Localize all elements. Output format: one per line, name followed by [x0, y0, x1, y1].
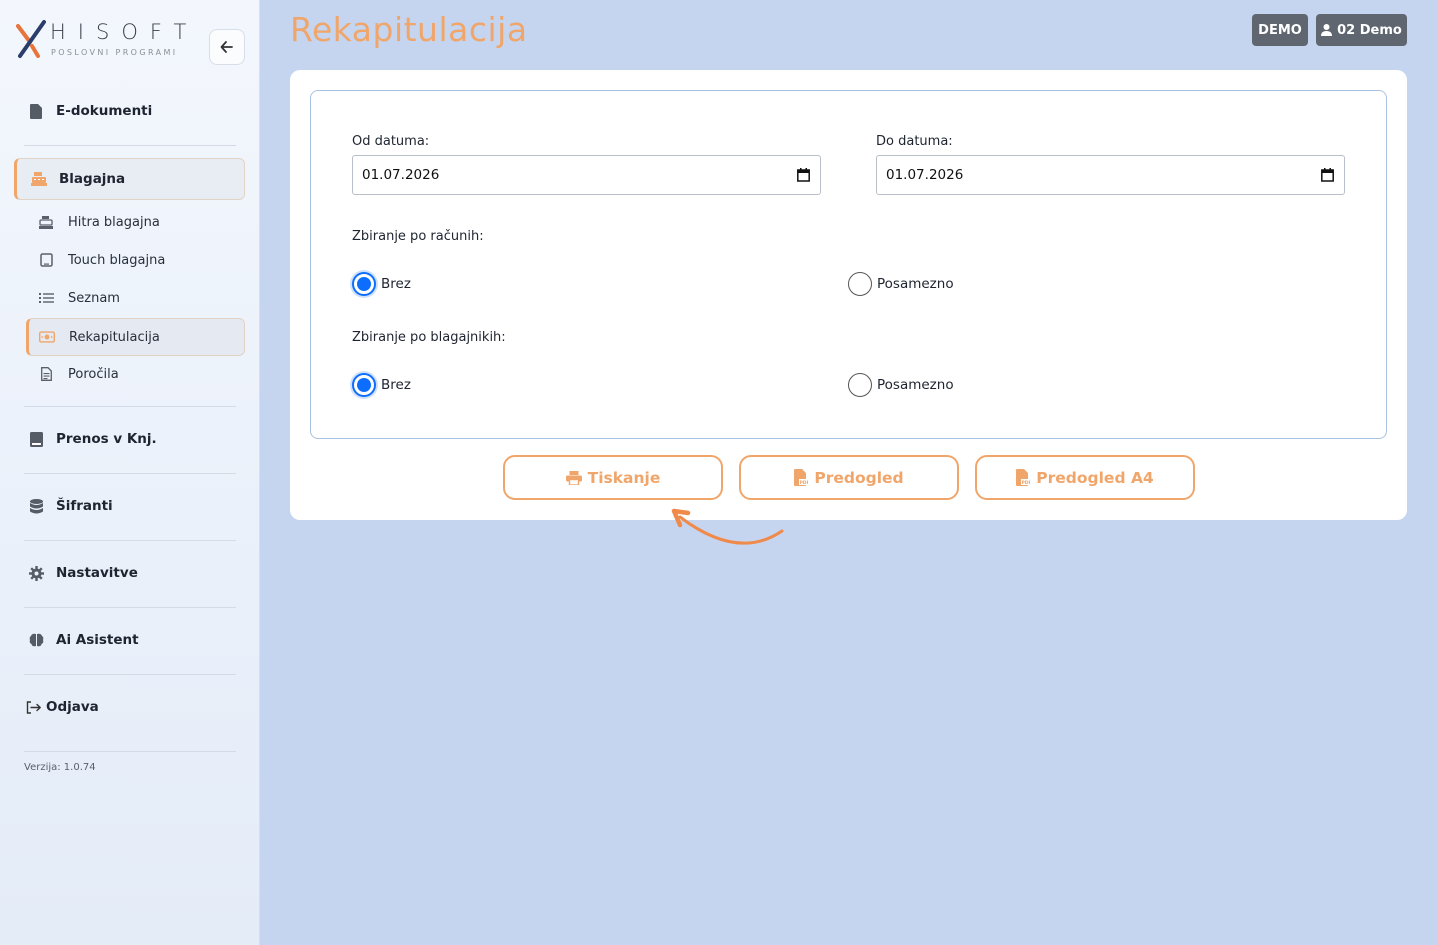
page-title: Rekapitulacija — [290, 10, 528, 49]
preview-a4-label: Predogled A4 — [1036, 468, 1154, 487]
radio-dot — [848, 373, 872, 397]
sidebar-subitem-porocila[interactable]: Poročila — [26, 355, 245, 393]
sidebar-item-label: Nastavitve — [56, 565, 138, 581]
sidebar-subitem-rekapitulacija[interactable]: Rekapitulacija — [26, 318, 245, 356]
gear-icon — [28, 565, 44, 581]
calendar-icon[interactable] — [797, 168, 810, 182]
sidebar-subitem-touch-blagajna[interactable]: Touch blagajna — [26, 241, 245, 279]
to-date-input[interactable]: 01.07.2026 — [876, 155, 1345, 195]
list-icon — [38, 290, 54, 306]
sidebar-item-label: Odjava — [46, 699, 99, 715]
from-date-input[interactable]: 01.07.2026 — [352, 155, 821, 195]
arrow-left-icon — [220, 41, 233, 53]
sidebar-subitem-hitra-blagajna[interactable]: Hitra blagajna — [26, 203, 245, 241]
sidebar-item-sifranti[interactable]: Šifranti — [14, 485, 245, 527]
sidebar-item-label: Prenos v Knj. — [56, 431, 157, 447]
report-icon — [38, 366, 54, 382]
sidebar-item-ai-asistent[interactable]: Ai Asistent — [14, 619, 245, 661]
demo-badge: DEMO — [1252, 14, 1308, 46]
radio-dot — [848, 272, 872, 296]
version-label: Verzija: 1.0.74 — [24, 762, 96, 773]
sidebar-item-label: Šifranti — [56, 498, 113, 514]
recap-card: Od datuma: 01.07.2026 Do datuma: 01.07.2… — [290, 70, 1407, 520]
calendar-icon[interactable] — [1321, 168, 1334, 182]
divider — [24, 406, 236, 407]
brain-icon — [28, 632, 44, 648]
register-icon — [38, 214, 54, 230]
database-icon — [28, 498, 44, 514]
preview-button[interactable]: PDF Predogled — [739, 455, 959, 500]
radio-invoices-none[interactable]: Brez — [352, 272, 411, 296]
sidebar-item-e-dokumenti[interactable]: E-dokumenti — [14, 90, 245, 132]
pdf-icon: PDF — [1016, 469, 1031, 486]
sidebar-item-prenos[interactable]: Prenos v Knj. — [14, 418, 245, 460]
radio-invoices-single[interactable]: Posamezno — [848, 272, 954, 296]
preview-a4-button[interactable]: PDF Predogled A4 — [975, 455, 1195, 500]
from-date-value: 01.07.2026 — [362, 167, 440, 183]
radio-label: Posamezno — [877, 276, 954, 292]
pdf-icon: PDF — [794, 469, 809, 486]
divider — [24, 145, 236, 146]
sidebar-subitem-label: Poročila — [68, 366, 119, 382]
divider — [24, 674, 236, 675]
sidebar-item-label: Blagajna — [59, 171, 126, 187]
sidebar-item-odjava[interactable]: Odjava — [14, 686, 245, 728]
brand-name: HISOFT — [50, 20, 199, 44]
cash-register-icon — [31, 171, 47, 187]
radio-dot — [352, 272, 376, 296]
sidebar-subitem-label: Rekapitulacija — [69, 329, 160, 345]
radio-cashiers-none[interactable]: Brez — [352, 373, 411, 397]
print-label: Tiskanje — [587, 468, 661, 487]
sidebar-subitem-label: Hitra blagajna — [68, 214, 160, 230]
sidebar: HISOFT POSLOVNI PROGRAMI E-dokumenti Bla… — [0, 0, 260, 945]
radio-label: Brez — [381, 276, 411, 292]
brand-tagline: POSLOVNI PROGRAMI — [51, 48, 178, 57]
sidebar-item-label: E-dokumenti — [56, 103, 153, 119]
file-icon — [28, 103, 44, 119]
radio-label: Posamezno — [877, 377, 954, 393]
user-icon — [1321, 24, 1333, 36]
sidebar-subitem-seznam[interactable]: Seznam — [26, 279, 245, 317]
book-icon — [28, 431, 44, 447]
group-cashiers-label: Zbiranje po blagajnikih: — [352, 330, 506, 345]
svg-text:PDF: PDF — [800, 480, 809, 486]
logout-icon — [26, 699, 42, 715]
logo: HISOFT POSLOVNI PROGRAMI — [16, 18, 196, 62]
to-date-value: 01.07.2026 — [886, 167, 964, 183]
divider — [24, 540, 236, 541]
print-button[interactable]: Tiskanje — [503, 455, 723, 500]
to-date-label: Do datuma: — [876, 134, 953, 149]
sidebar-item-blagajna[interactable]: Blagajna — [14, 158, 245, 200]
divider — [24, 473, 236, 474]
from-date-label: Od datuma: — [352, 134, 430, 149]
radio-dot — [352, 373, 376, 397]
filter-form: Od datuma: 01.07.2026 Do datuma: 01.07.2… — [310, 90, 1387, 439]
money-bill-icon — [39, 329, 55, 345]
user-name: 02 Demo — [1337, 22, 1402, 38]
collapse-sidebar-button[interactable] — [209, 29, 245, 65]
sidebar-subitem-label: Touch blagajna — [68, 252, 166, 268]
divider — [24, 607, 236, 608]
radio-label: Brez — [381, 377, 411, 393]
hint-arrow-icon — [671, 508, 784, 545]
group-invoices-label: Zbiranje po računih: — [352, 229, 484, 244]
sidebar-item-label: Ai Asistent — [56, 632, 139, 648]
tablet-icon — [38, 252, 54, 268]
logo-mark-icon — [16, 20, 46, 58]
sidebar-subitem-label: Seznam — [68, 290, 120, 306]
preview-label: Predogled — [814, 468, 904, 487]
svg-text:PDF: PDF — [1022, 480, 1031, 486]
user-menu-button[interactable]: 02 Demo — [1316, 14, 1407, 46]
printer-icon — [565, 470, 582, 485]
radio-cashiers-single[interactable]: Posamezno — [848, 373, 954, 397]
divider — [24, 751, 236, 752]
sidebar-item-nastavitve[interactable]: Nastavitve — [14, 552, 245, 594]
